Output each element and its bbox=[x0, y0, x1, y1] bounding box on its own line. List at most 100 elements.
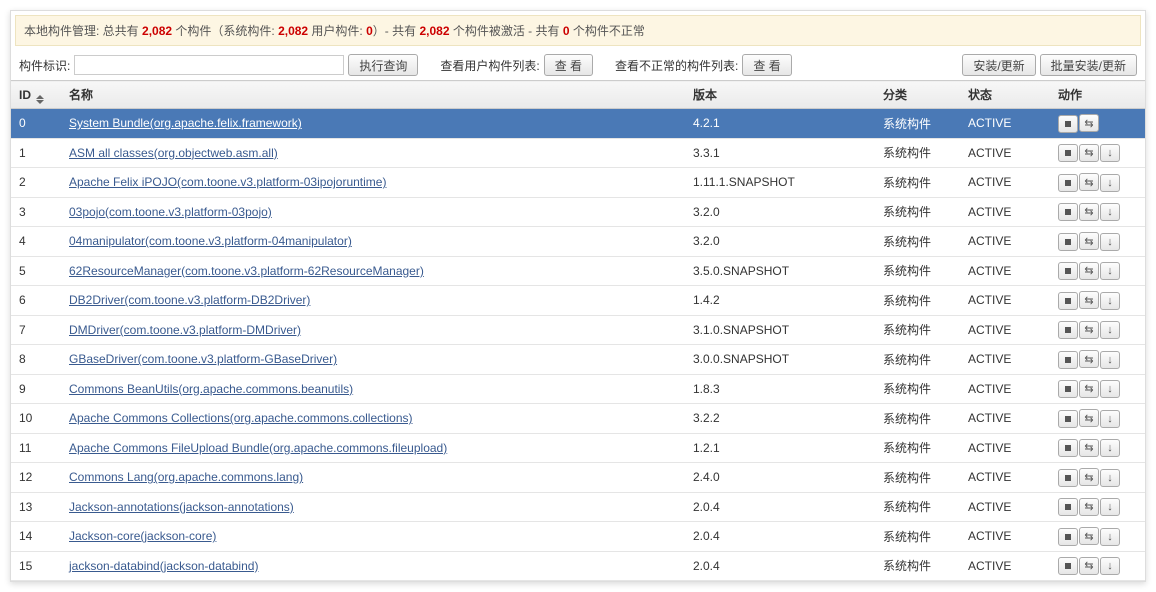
col-category[interactable]: 分类 bbox=[875, 81, 960, 109]
stop-icon-button[interactable] bbox=[1058, 203, 1078, 221]
table-row[interactable]: 12Commons Lang(org.apache.commons.lang)2… bbox=[11, 463, 1145, 493]
bundle-link[interactable]: Jackson-core(jackson-core) bbox=[69, 529, 216, 543]
summary-active: 2,082 bbox=[419, 24, 449, 38]
stop-icon-button[interactable] bbox=[1058, 292, 1078, 310]
stop-icon-button[interactable] bbox=[1058, 115, 1078, 133]
download-icon-button[interactable] bbox=[1100, 233, 1120, 251]
table-row[interactable]: 2Apache Felix iPOJO(com.toone.v3.platfor… bbox=[11, 168, 1145, 198]
refresh-icon-button[interactable] bbox=[1079, 527, 1099, 545]
cell-id: 9 bbox=[11, 374, 61, 404]
cell-category: 系统构件 bbox=[875, 197, 960, 227]
table-row[interactable]: 11Apache Commons FileUpload Bundle(org.a… bbox=[11, 433, 1145, 463]
refresh-icon-button[interactable] bbox=[1079, 262, 1099, 280]
refresh-icon-button[interactable] bbox=[1079, 232, 1099, 250]
table-row[interactable]: 0System Bundle(org.apache.felix.framewor… bbox=[11, 109, 1145, 139]
download-icon-button[interactable] bbox=[1100, 469, 1120, 487]
col-name[interactable]: 名称 bbox=[61, 81, 685, 109]
table-row[interactable]: 303pojo(com.toone.v3.platform-03pojo)3.2… bbox=[11, 197, 1145, 227]
batch-install-button[interactable]: 批量安装/更新 bbox=[1040, 54, 1137, 76]
bundle-link[interactable]: 04manipulator(com.toone.v3.platform-04ma… bbox=[69, 234, 352, 248]
bundle-link[interactable]: Apache Felix iPOJO(com.toone.v3.platform… bbox=[69, 175, 386, 189]
table-row[interactable]: 404manipulator(com.toone.v3.platform-04m… bbox=[11, 227, 1145, 257]
table-row[interactable]: 15jackson-databind(jackson-databind)2.0.… bbox=[11, 551, 1145, 581]
download-icon-button[interactable] bbox=[1100, 380, 1120, 398]
stop-icon-button[interactable] bbox=[1058, 469, 1078, 487]
refresh-icon-button[interactable] bbox=[1079, 557, 1099, 575]
stop-icon-button[interactable] bbox=[1058, 233, 1078, 251]
download-icon-button[interactable] bbox=[1100, 557, 1120, 575]
run-query-button[interactable]: 执行查询 bbox=[348, 54, 418, 76]
view-user-button[interactable]: 查 看 bbox=[544, 54, 593, 76]
download-icon-button[interactable] bbox=[1100, 439, 1120, 457]
download-icon-button[interactable] bbox=[1100, 203, 1120, 221]
refresh-icon-button[interactable] bbox=[1079, 409, 1099, 427]
bundle-link[interactable]: jackson-databind(jackson-databind) bbox=[69, 559, 258, 573]
bundle-link[interactable]: Commons Lang(org.apache.commons.lang) bbox=[69, 470, 303, 484]
stop-icon-button[interactable] bbox=[1058, 410, 1078, 428]
col-id[interactable]: ID bbox=[11, 81, 61, 109]
cell-actions bbox=[1050, 227, 1145, 257]
bundle-link[interactable]: 62ResourceManager(com.toone.v3.platform-… bbox=[69, 264, 424, 278]
refresh-icon-button[interactable] bbox=[1079, 498, 1099, 516]
bundle-link[interactable]: Apache Commons Collections(org.apache.co… bbox=[69, 411, 413, 425]
bundle-link[interactable]: Apache Commons FileUpload Bundle(org.apa… bbox=[69, 441, 447, 455]
refresh-icon-button[interactable] bbox=[1079, 380, 1099, 398]
refresh-icon-button[interactable] bbox=[1079, 439, 1099, 457]
table-row[interactable]: 9 Commons BeanUtils(org.apache.commons.be… bbox=[11, 374, 1145, 404]
stop-icon-button[interactable] bbox=[1058, 528, 1078, 546]
download-icon-button[interactable] bbox=[1100, 528, 1120, 546]
stop-icon-button[interactable] bbox=[1058, 351, 1078, 369]
table-row[interactable]: 13Jackson-annotations(jackson-annotation… bbox=[11, 492, 1145, 522]
stop-icon-button[interactable] bbox=[1058, 557, 1078, 575]
download-icon-button[interactable] bbox=[1100, 262, 1120, 280]
table-row[interactable]: 6DB2Driver(com.toone.v3.platform-DB2Driv… bbox=[11, 286, 1145, 316]
bundle-link[interactable]: DB2Driver(com.toone.v3.platform-DB2Drive… bbox=[69, 293, 310, 307]
table-row[interactable]: 7DMDriver(com.toone.v3.platform-DMDriver… bbox=[11, 315, 1145, 345]
col-status[interactable]: 状态 bbox=[960, 81, 1050, 109]
refresh-icon-button[interactable] bbox=[1079, 173, 1099, 191]
stop-icon-button[interactable] bbox=[1058, 380, 1078, 398]
cell-id: 8 bbox=[11, 345, 61, 375]
refresh-icon-button[interactable] bbox=[1079, 468, 1099, 486]
refresh-icon-button[interactable] bbox=[1079, 114, 1099, 132]
table-row[interactable]: 14Jackson-core(jackson-core)2.0.4系统构件ACT… bbox=[11, 522, 1145, 552]
view-bad-button[interactable]: 查 看 bbox=[742, 54, 791, 76]
bundle-link[interactable]: Commons BeanUtils(org.apache.commons.bea… bbox=[69, 382, 353, 396]
bundle-link[interactable]: System Bundle(org.apache.felix.framework… bbox=[69, 116, 302, 130]
cell-category: 系统构件 bbox=[875, 463, 960, 493]
stop-icon-button[interactable] bbox=[1058, 174, 1078, 192]
download-icon-button[interactable] bbox=[1100, 292, 1120, 310]
stop-icon-button[interactable] bbox=[1058, 144, 1078, 162]
download-icon-button[interactable] bbox=[1100, 144, 1120, 162]
col-version[interactable]: 版本 bbox=[685, 81, 875, 109]
stop-icon-button[interactable] bbox=[1058, 262, 1078, 280]
bundle-link[interactable]: Jackson-annotations(jackson-annotations) bbox=[69, 500, 294, 514]
bundle-link[interactable]: ASM all classes(org.objectweb.asm.all) bbox=[69, 146, 278, 160]
table-row[interactable]: 1ASM all classes(org.objectweb.asm.all)3… bbox=[11, 138, 1145, 168]
refresh-icon-button[interactable] bbox=[1079, 144, 1099, 162]
download-icon-button[interactable] bbox=[1100, 351, 1120, 369]
bundle-link[interactable]: DMDriver(com.toone.v3.platform-DMDriver) bbox=[69, 323, 301, 337]
download-icon-button[interactable] bbox=[1100, 498, 1120, 516]
table-row[interactable]: 8 GBaseDriver(com.toone.v3.platform-GBase… bbox=[11, 345, 1145, 375]
refresh-icon-button[interactable] bbox=[1079, 350, 1099, 368]
table-row[interactable]: 562ResourceManager(com.toone.v3.platform… bbox=[11, 256, 1145, 286]
table-row[interactable]: 10Apache Commons Collections(org.apache.… bbox=[11, 404, 1145, 434]
cell-version: 1.2.1 bbox=[685, 433, 875, 463]
stop-icon-button[interactable] bbox=[1058, 498, 1078, 516]
stop-icon-button[interactable] bbox=[1058, 439, 1078, 457]
cell-actions bbox=[1050, 433, 1145, 463]
download-icon-button[interactable] bbox=[1100, 410, 1120, 428]
refresh-icon-button[interactable] bbox=[1079, 321, 1099, 339]
cell-id: 1 bbox=[11, 138, 61, 168]
bundle-link[interactable]: 03pojo(com.toone.v3.platform-03pojo) bbox=[69, 205, 272, 219]
refresh-icon-button[interactable] bbox=[1079, 291, 1099, 309]
refresh-icon-button[interactable] bbox=[1079, 203, 1099, 221]
download-icon-button[interactable] bbox=[1100, 174, 1120, 192]
filter-input[interactable] bbox=[74, 55, 344, 75]
bundle-link[interactable]: GBaseDriver(com.toone.v3.platform-GBaseD… bbox=[69, 352, 337, 366]
filter-label: 构件标识: bbox=[19, 57, 70, 74]
stop-icon-button[interactable] bbox=[1058, 321, 1078, 339]
download-icon-button[interactable] bbox=[1100, 321, 1120, 339]
install-button[interactable]: 安装/更新 bbox=[962, 54, 1035, 76]
